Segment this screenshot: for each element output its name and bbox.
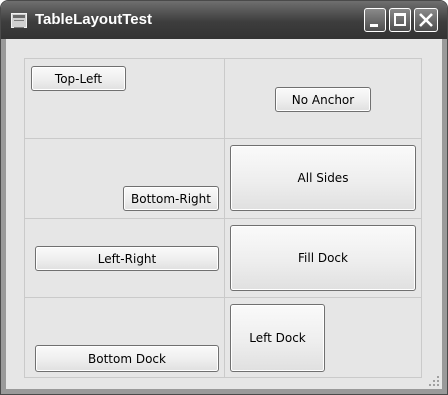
minimize-icon xyxy=(370,24,378,27)
app-window: TableLayoutTest Top-Left No Anchor Botto… xyxy=(0,0,448,395)
grid-line xyxy=(24,58,422,59)
grid-line xyxy=(24,377,422,378)
minimize-button[interactable] xyxy=(364,8,386,32)
bottom-right-button[interactable]: Bottom-Right xyxy=(123,186,219,211)
grid-line xyxy=(24,218,422,219)
window-title: TableLayoutTest xyxy=(35,11,152,28)
left-dock-button[interactable]: Left Dock xyxy=(230,304,325,372)
grid-line xyxy=(24,138,422,139)
title-bar[interactable]: TableLayoutTest xyxy=(1,1,447,39)
bottom-dock-button[interactable]: Bottom Dock xyxy=(35,345,219,372)
fill-dock-button[interactable]: Fill Dock xyxy=(230,225,416,291)
client-area: Top-Left No Anchor Bottom-Right All Side… xyxy=(6,39,442,389)
left-right-button[interactable]: Left-Right xyxy=(35,246,219,271)
resize-grip-icon[interactable] xyxy=(428,375,440,387)
maximize-button[interactable] xyxy=(389,8,411,32)
top-left-button[interactable]: Top-Left xyxy=(31,66,126,91)
close-icon xyxy=(419,13,433,27)
no-anchor-button[interactable]: No Anchor xyxy=(275,87,371,112)
close-button[interactable] xyxy=(414,8,438,32)
grid-line xyxy=(24,297,422,298)
maximize-icon xyxy=(394,13,406,26)
all-sides-button[interactable]: All Sides xyxy=(230,145,416,211)
app-icon[interactable] xyxy=(11,13,27,28)
